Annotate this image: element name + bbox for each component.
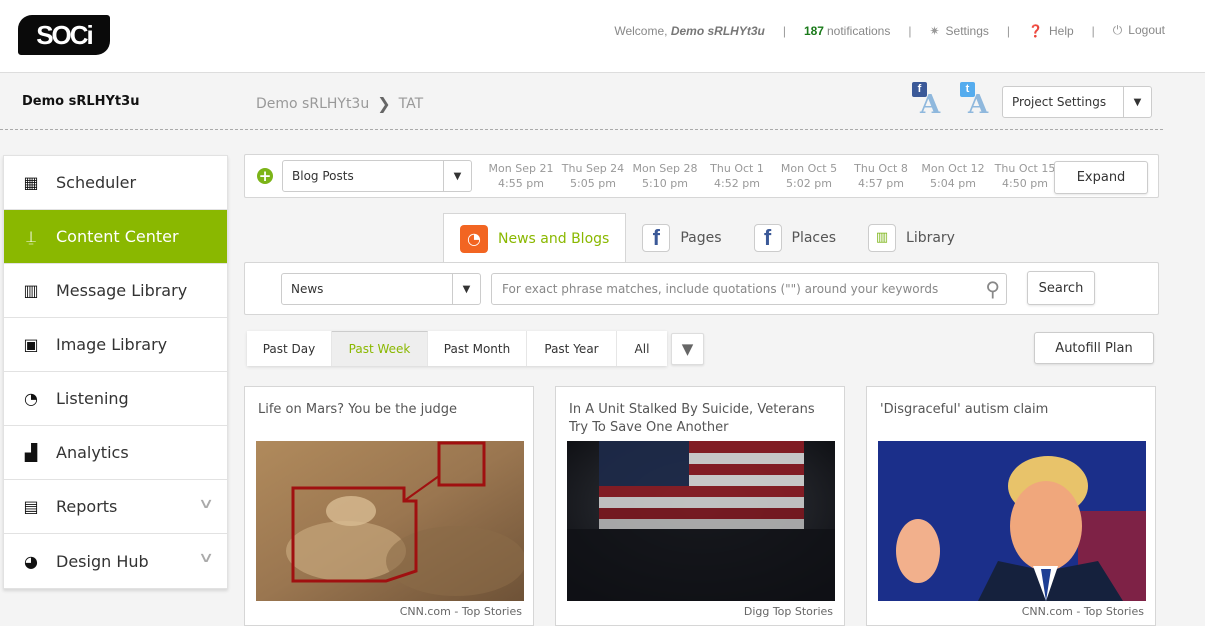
date-slot[interactable]: Thu Oct 1 4:52 pm <box>701 161 773 191</box>
breadcrumb: Demo sRLHYt3u ❯ TAT <box>256 94 423 113</box>
article-source: CNN.com - Top Stories <box>399 605 522 618</box>
facebook-icon: f <box>753 223 782 252</box>
account-name: Demo sRLHYt3u <box>22 94 140 109</box>
chevron-down-icon[interactable]: ∨ <box>198 496 214 512</box>
tab-pages[interactable]: f Pages <box>626 213 737 262</box>
article-card[interactable]: In A Unit Stalked By Suicide, Veterans T… <box>555 386 845 626</box>
project-settings-dropdown[interactable]: Project Settings ▼ <box>1002 86 1152 118</box>
top-nav: Welcome, Demo sRLHYt3u | 187 notification… <box>614 23 1165 38</box>
document-icon: ▤ <box>23 497 39 516</box>
article-title[interactable]: 'Disgraceful' autism claim <box>880 401 1143 419</box>
sidebar-item-content-center[interactable]: ⍊ Content Center <box>4 210 227 264</box>
sub-header: Demo sRLHYt3u Demo sRLHYt3u ❯ TAT f A t … <box>0 74 1163 130</box>
search-input[interactable]: For exact phrase matches, include quotat… <box>491 273 1007 305</box>
article-title[interactable]: In A Unit Stalked By Suicide, Veterans T… <box>569 401 832 437</box>
divider: | <box>1006 23 1011 38</box>
notification-count: 187 <box>803 23 824 38</box>
palette-icon: ◕ <box>24 551 38 571</box>
help-icon: ❓ <box>1028 23 1043 38</box>
filter-past-year[interactable]: Past Year <box>527 331 617 366</box>
tab-places[interactable]: f Places <box>738 213 853 262</box>
date-slot[interactable]: Thu Sep 24 5:05 pm <box>557 161 629 191</box>
sidebar-item-message-library[interactable]: ▥ Message Library <box>4 264 227 318</box>
search-button[interactable]: Search <box>1027 271 1095 305</box>
facebook-account[interactable]: f A <box>912 82 952 120</box>
caret-down-icon: ▼ <box>452 274 480 304</box>
add-icon[interactable]: + <box>257 168 273 184</box>
library-icon: ▥ <box>868 223 897 252</box>
caret-down-icon: ▼ <box>443 161 471 191</box>
scheduled-dates: Mon Sep 21 4:55 pm Thu Sep 24 5:05 pm Mon … <box>485 161 1061 191</box>
filter-icon[interactable]: ▼ <box>671 333 704 365</box>
tab-library[interactable]: ▥ Library <box>852 213 971 262</box>
filter-all[interactable]: All <box>617 331 667 366</box>
divider: | <box>782 23 786 38</box>
chevron-down-icon[interactable]: ∨ <box>198 550 214 566</box>
welcome-label: Welcome, Demo sRLHYt3u <box>614 23 765 38</box>
date-slot[interactable]: Mon Sep 28 5:10 pm <box>629 161 701 191</box>
account-avatar: A <box>968 90 989 120</box>
images-icon: ▣ <box>23 335 39 354</box>
divider: | <box>908 23 912 38</box>
sidebar-item-image-library[interactable]: ▣ Image Library <box>4 318 227 372</box>
sidebar-item-reports[interactable]: ▤ Reports ∨ <box>4 480 227 534</box>
article-title[interactable]: Life on Mars? You be the judge <box>258 401 521 419</box>
filter-past-week[interactable]: Past Week <box>332 331 428 366</box>
article-image[interactable] <box>878 441 1146 601</box>
bar-chart-icon: ▟ <box>24 443 38 462</box>
twitter-account[interactable]: t A <box>960 82 1000 120</box>
filter-past-month[interactable]: Past Month <box>428 331 527 366</box>
caret-down-icon: ▼ <box>1123 87 1151 117</box>
date-slot[interactable]: Mon Oct 5 5:02 pm <box>773 161 845 191</box>
sidebar: ▦ Scheduler ⍊ Content Center ▥ Message L… <box>3 155 228 589</box>
breadcrumb-item[interactable]: Demo sRLHYt3u <box>256 96 369 112</box>
date-slot[interactable]: Mon Sep 21 4:55 pm <box>485 161 557 191</box>
gear-icon: ✷ <box>929 23 940 38</box>
source-type-dropdown[interactable]: News ▼ <box>281 273 481 305</box>
article-image[interactable] <box>567 441 835 601</box>
top-bar: SOCi Welcome, Demo sRLHYt3u | 187 notific… <box>0 0 1205 73</box>
divider: | <box>1091 23 1095 38</box>
binders-icon: ▥ <box>23 281 39 300</box>
chevron-right-icon: ❯ <box>377 94 391 113</box>
sidebar-item-analytics[interactable]: ▟ Analytics <box>4 426 227 480</box>
source-tabs: ◔ News and Blogs f Pages f Places ▥ Libr… <box>443 213 971 263</box>
search-icon[interactable]: ⚲ <box>985 277 1000 301</box>
time-filter-group: Past Day Past Week Past Month Past Year … <box>247 331 667 366</box>
power-icon: ⏻ <box>1112 23 1123 37</box>
article-card[interactable]: Life on Mars? You be the judge CNN.com -… <box>244 386 534 626</box>
date-slot[interactable]: Mon Oct 12 5:04 pm <box>917 161 989 191</box>
content-type-dropdown[interactable]: Blog Posts ▼ <box>282 160 472 192</box>
rss-icon: ◔ <box>24 389 38 408</box>
settings-link[interactable]: ✷ Settings <box>929 24 988 38</box>
user-name: Demo sRLHYt3u <box>670 23 765 38</box>
article-source: CNN.com - Top Stories <box>1021 605 1144 618</box>
article-card[interactable]: 'Disgraceful' autism claim CNN.com - Top… <box>866 386 1156 626</box>
soci-logo[interactable]: SOCi <box>18 15 110 55</box>
shovel-icon: ⍊ <box>26 226 36 246</box>
filter-past-day[interactable]: Past Day <box>247 331 332 366</box>
article-source: Digg Top Stories <box>743 605 833 618</box>
breadcrumb-item: TAT <box>398 95 424 112</box>
logout-link[interactable]: ⏻ Logout <box>1113 23 1165 38</box>
rss-icon: ◔ <box>460 224 488 253</box>
account-avatar: A <box>920 90 941 120</box>
tab-news-and-blogs[interactable]: ◔ News and Blogs <box>443 213 627 263</box>
sidebar-item-listening[interactable]: ◔ Listening <box>4 372 227 426</box>
article-image[interactable] <box>256 441 524 601</box>
content-plan-bar: + Blog Posts ▼ Mon Sep 21 4:55 pm Thu Sep… <box>244 154 1159 198</box>
date-slot[interactable]: Thu Oct 8 4:57 pm <box>845 161 917 191</box>
sidebar-item-design-hub[interactable]: ◕ Design Hub ∨ <box>4 534 227 588</box>
facebook-icon: f <box>642 223 671 252</box>
sidebar-item-scheduler[interactable]: ▦ Scheduler <box>4 156 227 210</box>
expand-button[interactable]: Expand <box>1054 161 1148 194</box>
help-link[interactable]: ❓ Help <box>1028 24 1074 38</box>
autofill-plan-button[interactable]: Autofill Plan <box>1034 332 1154 364</box>
date-slot[interactable]: Thu Oct 15 4:50 pm <box>989 161 1061 191</box>
notifications-link[interactable]: 187 notifications <box>804 24 890 38</box>
calendar-icon: ▦ <box>23 173 39 192</box>
search-panel: News ▼ For exact phrase matches, include… <box>244 262 1159 315</box>
